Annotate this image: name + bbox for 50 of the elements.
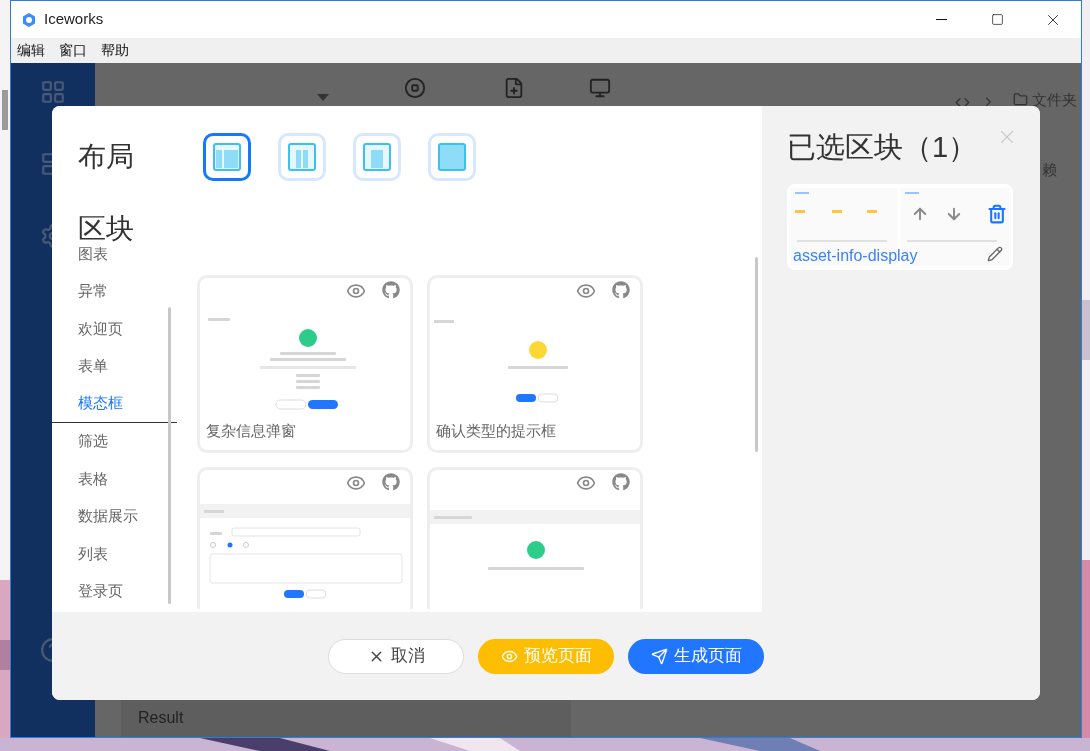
block-card[interactable]: 复杂信息弹窗 <box>197 275 413 453</box>
footer-button[interactable]: 生成页面 <box>628 638 764 674</box>
layout-icon <box>361 141 393 173</box>
file-add-icon[interactable] <box>503 77 525 99</box>
folder-icon <box>1013 92 1028 108</box>
window-title: Iceworks <box>44 9 104 30</box>
scrollbar[interactable] <box>168 307 171 604</box>
category-item[interactable]: 列表 <box>52 535 177 573</box>
menu-item[interactable]: 编辑 <box>17 40 45 61</box>
paper-plane-icon <box>650 647 668 665</box>
github-icon[interactable] <box>612 281 630 299</box>
github-icon[interactable] <box>612 473 630 491</box>
layout-icon <box>211 141 243 173</box>
stop-icon[interactable] <box>404 77 426 99</box>
minimize-icon <box>935 19 947 20</box>
category-item[interactable]: 筛选 <box>52 422 177 460</box>
category-item[interactable]: 表格 <box>52 460 177 498</box>
section-title: 布局 <box>78 140 135 174</box>
menu-item[interactable]: 帮助 <box>101 40 129 61</box>
maximize-icon <box>990 13 1004 26</box>
github-icon[interactable] <box>382 473 400 491</box>
layout-icon <box>286 141 318 173</box>
preview-icon[interactable] <box>346 473 366 493</box>
footer-button[interactable]: 取消 <box>328 638 464 674</box>
panel-title: 已选区块（1） <box>787 130 978 165</box>
delete-icon[interactable] <box>987 203 1007 224</box>
category-item[interactable]: 异常 <box>52 272 177 310</box>
category-item[interactable]: 数据展示 <box>52 497 177 535</box>
preview-icon[interactable] <box>576 281 596 301</box>
monitor-icon[interactable] <box>589 77 611 99</box>
selected-block-card[interactable]: asset-info-display <box>787 183 1013 270</box>
github-icon[interactable] <box>382 281 400 299</box>
preview-icon[interactable] <box>576 473 596 493</box>
section-title: 区块 <box>78 212 135 246</box>
layout-option[interactable] <box>203 133 251 181</box>
preview-icon[interactable] <box>346 281 366 301</box>
sidebar-icon[interactable] <box>40 79 66 105</box>
scrollbar[interactable] <box>755 257 758 452</box>
menu-item[interactable]: 窗口 <box>59 40 87 61</box>
app-logo-icon <box>21 11 37 28</box>
block-card[interactable]: 确认类型的提示框 <box>427 275 643 453</box>
layout-icon <box>436 141 468 173</box>
result-label: Result <box>138 708 184 728</box>
category-item[interactable]: 欢迎页 <box>52 310 177 348</box>
category-item[interactable]: 表单 <box>52 347 177 385</box>
edit-icon[interactable] <box>987 245 1003 262</box>
category-item[interactable]: 图表 <box>52 247 177 273</box>
block-name: asset-info-display <box>793 245 918 266</box>
caret-icon <box>317 94 329 101</box>
category-item[interactable]: 登录页 <box>52 572 177 609</box>
